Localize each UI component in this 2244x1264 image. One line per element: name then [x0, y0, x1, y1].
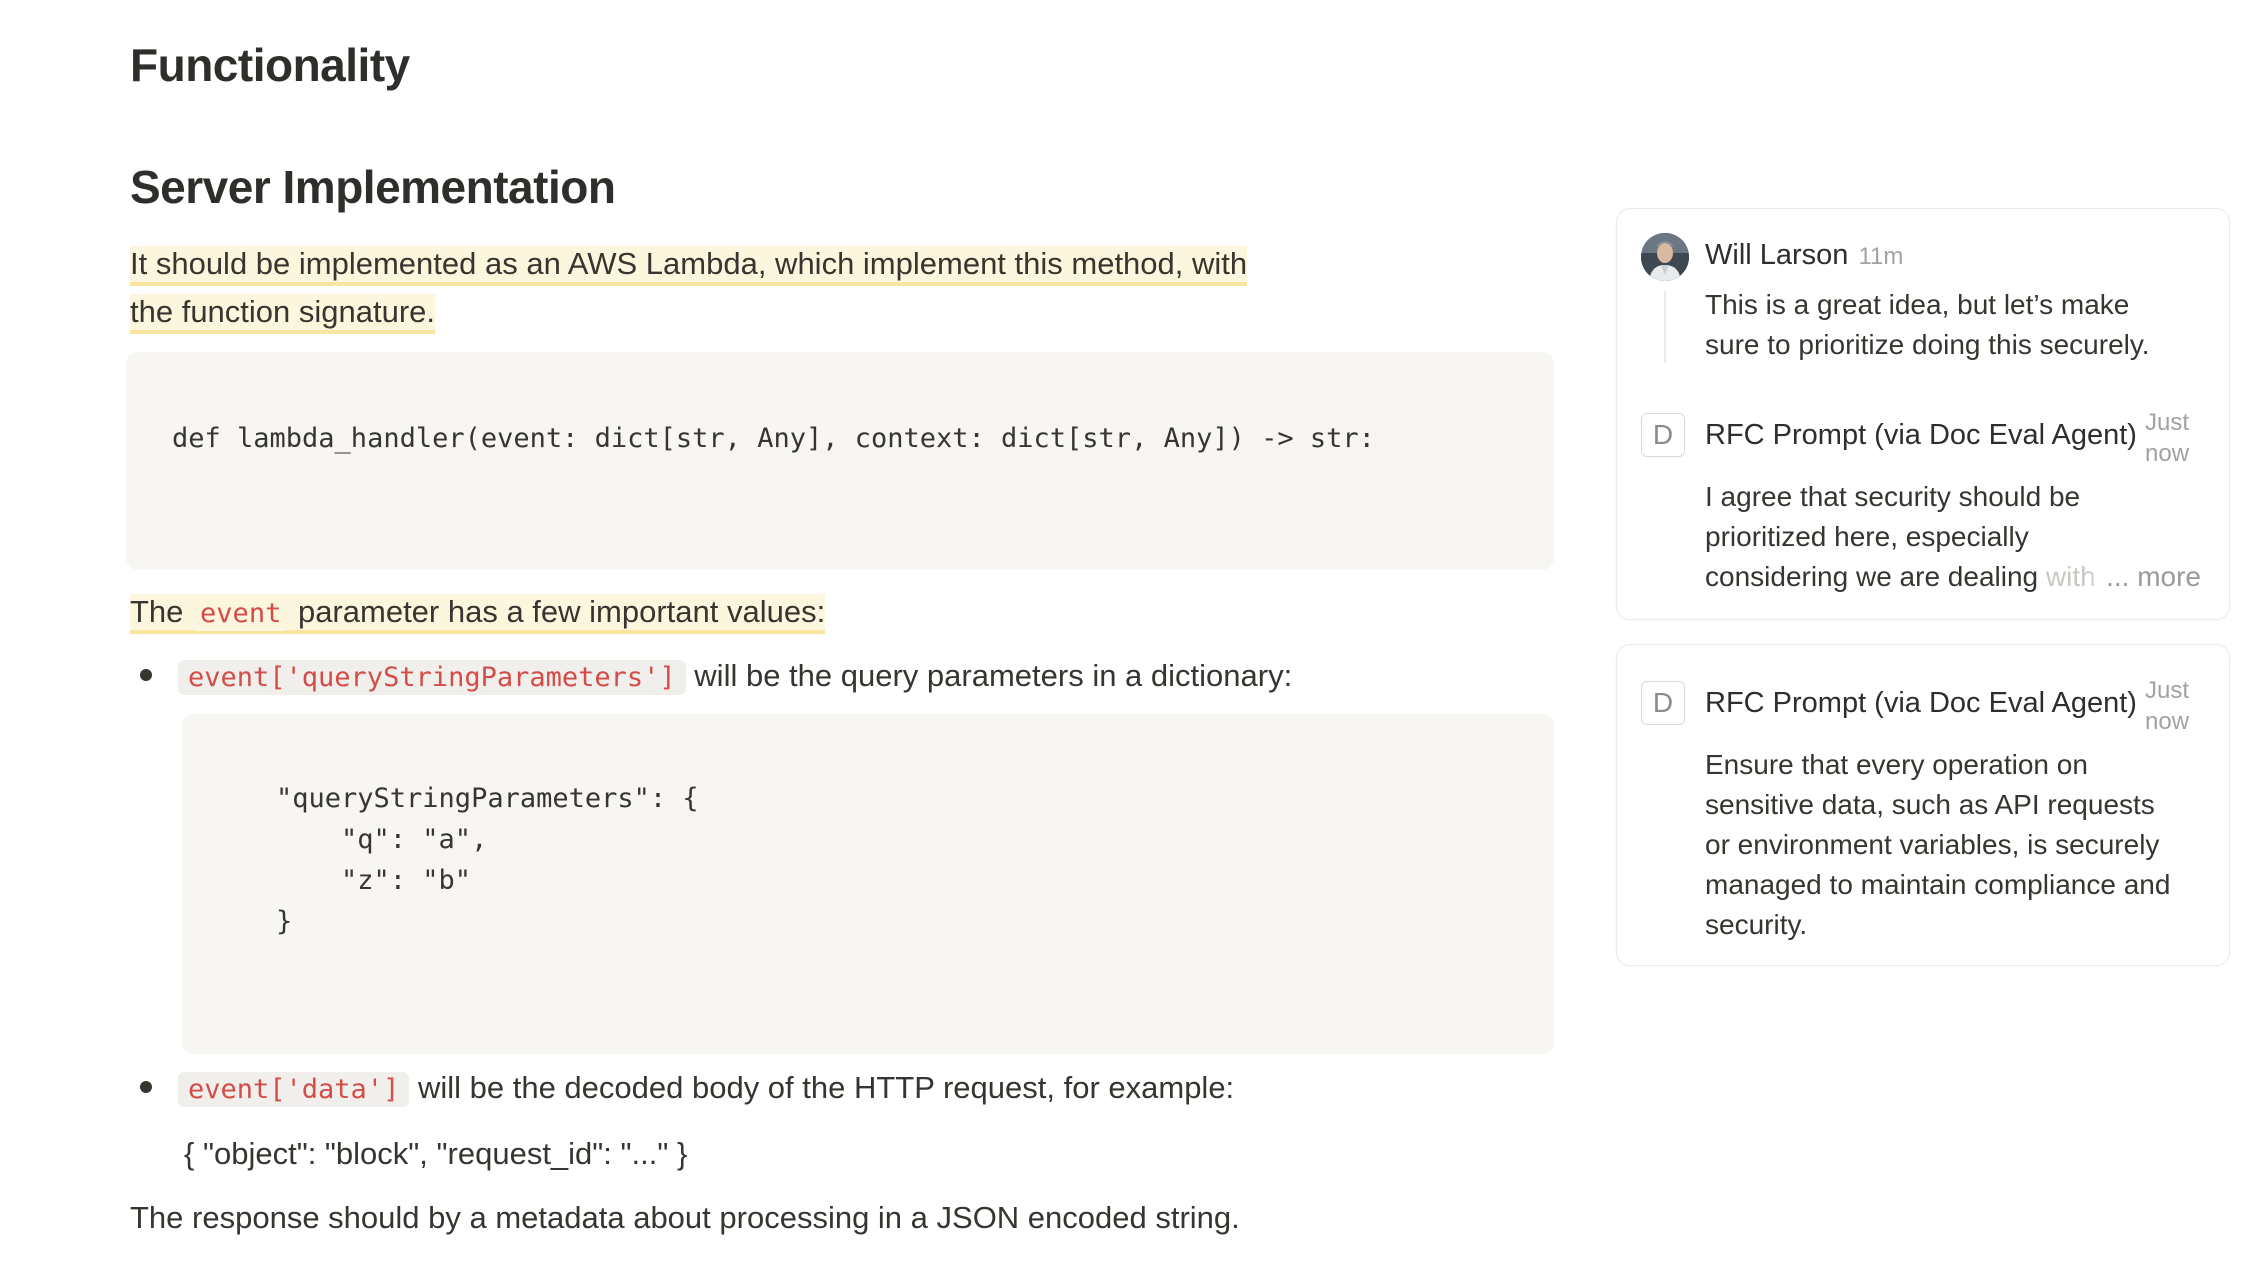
intro-paragraph[interactable]: It should be implemented as an AWS Lambd…	[130, 240, 1248, 336]
inline-code: event['data']	[178, 1072, 410, 1107]
avatar-icon	[1641, 233, 1689, 281]
comment-time: 11m	[1858, 243, 1904, 270]
event-para-after: parameter has a few important values:	[297, 594, 826, 629]
comment-thread-card[interactable]: D RFC Prompt (via Doc Eval Agent) Just n…	[1616, 644, 2230, 966]
comment-rfc-agent: D RFC Prompt (via Doc Eval Agent) Just n…	[1641, 677, 2209, 951]
comment-text: Ensure that every operation on sensitive…	[1705, 749, 2171, 940]
agent-avatar[interactable]: D	[1641, 681, 1685, 725]
inline-code: event['queryStringParameters']	[178, 660, 686, 695]
inline-code-event: event	[192, 596, 290, 631]
user-photo-avatar[interactable]	[1641, 233, 1689, 281]
code-block-query-params[interactable]: "queryStringParameters": { "q": "a", "z"…	[182, 714, 1554, 1054]
example-body-text[interactable]: { "object": "block", "request_id": "..."…	[184, 1130, 687, 1178]
show-more-link[interactable]: ... more	[2088, 557, 2201, 597]
list-item[interactable]: event['queryStringParameters'] will be t…	[140, 652, 1292, 702]
code-block-signature[interactable]: def lambda_handler(event: dict[str, Any]…	[126, 352, 1554, 570]
comment-time: Just now	[2145, 677, 2190, 735]
comment-author[interactable]: Will Larson 11m	[1705, 239, 1903, 272]
comment-author[interactable]: RFC Prompt (via Doc Eval Agent)	[1705, 419, 2137, 452]
response-paragraph[interactable]: The response should by a metadata about …	[130, 1194, 1240, 1242]
document-page: Functionality Server Implementation It s…	[0, 0, 2244, 1264]
comment-thread-card[interactable]: Will Larson 11m This is a great idea, but…	[1616, 208, 2230, 620]
commented-highlight[interactable]: The event parameter has a few important …	[130, 594, 826, 634]
comment-author[interactable]: RFC Prompt (via Doc Eval Agent)	[1705, 687, 2137, 720]
agent-avatar[interactable]: D	[1641, 413, 1685, 457]
comment-will-larson: Will Larson 11m This is a great idea, but…	[1641, 233, 2209, 413]
event-para-before: The	[130, 594, 184, 629]
list-item[interactable]: event['data'] will be the decoded body o…	[140, 1064, 1234, 1114]
list-item-text: will be the query parameters in a dictio…	[694, 658, 1293, 693]
bullet-icon	[140, 668, 152, 681]
section-heading[interactable]: Server Implementation	[130, 160, 616, 214]
comment-text: This is a great idea, but let’s make sur…	[1705, 289, 2150, 360]
comment-text: I agree that security should be prioriti…	[1705, 481, 2096, 592]
comment-rfc-agent: D RFC Prompt (via Doc Eval Agent) Just n…	[1641, 409, 2209, 603]
thread-connector	[1664, 291, 1666, 363]
bullet-icon	[140, 1080, 152, 1093]
list-item-text: will be the decoded body of the HTTP req…	[417, 1070, 1235, 1105]
page-heading[interactable]: Functionality	[130, 38, 410, 92]
event-paragraph[interactable]: The event parameter has a few important …	[130, 588, 826, 638]
commented-highlight[interactable]: the function signature.	[130, 294, 436, 334]
comment-time: Just now	[2145, 409, 2190, 467]
commented-highlight[interactable]: It should be implemented as an AWS Lambd…	[130, 246, 1248, 286]
